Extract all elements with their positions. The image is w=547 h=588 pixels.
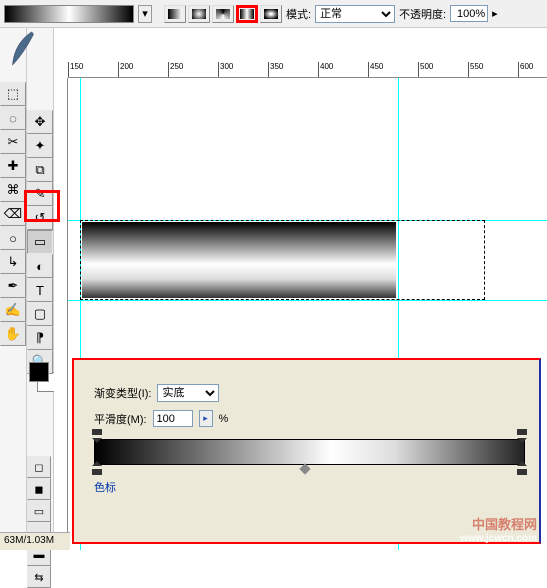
blend-mode-select[interactable]: 正常 <box>315 5 395 23</box>
gradient-preset-preview[interactable] <box>4 5 134 23</box>
opacity-label: 不透明度: <box>399 6 446 22</box>
color-stop-right[interactable] <box>517 465 527 475</box>
marquee-tool[interactable]: ⬚ <box>0 82 26 106</box>
move-tool[interactable]: ✥ <box>27 110 53 134</box>
gradient-tool[interactable]: ▭ <box>27 230 53 254</box>
type-tool[interactable]: T <box>27 278 53 302</box>
horizontal-ruler: 150 200 250 300 350 400 450 500 550 600 … <box>68 62 547 78</box>
gradient-type-select[interactable]: 实底 <box>157 384 219 402</box>
gradient-diamond-button[interactable] <box>260 5 282 23</box>
app-logo-feather-icon <box>4 30 42 74</box>
gradient-bar-editor[interactable] <box>94 439 525 465</box>
status-bar: 63M/1.03M <box>0 532 70 550</box>
highlight-gradient-tool <box>24 190 60 222</box>
vertical-ruler <box>54 78 68 550</box>
smoothness-label: 平滑度(M): <box>94 411 147 427</box>
eyedrop-tool[interactable]: ⁋ <box>27 326 53 350</box>
heal-tool[interactable]: ✚ <box>0 154 26 178</box>
pen-tool[interactable]: ✒ <box>0 274 26 298</box>
opacity-stop-right[interactable] <box>517 429 527 439</box>
crop-tool[interactable]: ✂ <box>0 130 26 154</box>
gradient-angle-button[interactable] <box>212 5 234 23</box>
imageready-button[interactable]: ⇆ <box>27 566 51 588</box>
opacity-arrow-icon[interactable]: ▸ <box>492 7 498 20</box>
smoothness-unit: % <box>219 413 229 425</box>
smoothness-arrow-icon[interactable]: ▸ <box>199 410 213 427</box>
eraser-tool[interactable]: ⌫ <box>0 202 26 226</box>
screen-std-button[interactable]: ▭ <box>27 500 51 522</box>
opacity-input[interactable] <box>450 5 488 22</box>
gradient-linear-button[interactable] <box>164 5 186 23</box>
gradient-preset-dropdown[interactable]: ▾ <box>138 5 152 23</box>
gradient-options-bar: ▾ 模式: 正常 不透明度: ▸ <box>0 0 547 28</box>
selection-marquee <box>80 220 485 300</box>
toolbox-left: ⬚ ◌ ✂ ✚ ⌘ ⌫ ○ ↳ ✒ ✍ ✋ <box>0 28 27 550</box>
mode-label: 模式: <box>286 6 311 22</box>
blur-tool[interactable]: ○ <box>0 226 26 250</box>
midpoint-diamond[interactable] <box>299 463 310 474</box>
lasso-tool[interactable]: ◌ <box>0 106 26 130</box>
shape-tool[interactable]: ▢ <box>27 302 53 326</box>
watermark: 中国教程网 www.jcwcn.com <box>460 514 537 544</box>
quickmask-button[interactable]: ◼ <box>27 478 51 500</box>
notes-tool[interactable]: ✍ <box>0 298 26 322</box>
doc-size-status: 63M/1.03M <box>4 535 54 546</box>
gradient-reflected-button[interactable] <box>236 5 258 23</box>
wand-tool[interactable]: ✦ <box>27 134 53 158</box>
stamp-tool[interactable]: ⌘ <box>0 178 26 202</box>
gradient-preview-bar[interactable] <box>94 439 525 465</box>
quickmask-std-button[interactable]: ◻ <box>27 456 51 478</box>
path-tool[interactable]: ↳ <box>0 250 26 274</box>
opacity-stop-left[interactable] <box>92 429 102 439</box>
smoothness-input[interactable] <box>153 410 193 427</box>
slice-tool[interactable]: ⧉ <box>27 158 53 182</box>
toolbox-right: ✥ ✦ ⧉ ✎ ↺ ▭ ◐ T ▢ ⁋ 🔍 ◻ ◼ ▭ ▬ ▬ ⇆ <box>27 28 54 550</box>
hand-tool[interactable]: ✋ <box>0 322 26 346</box>
color-stop-left[interactable] <box>92 465 102 475</box>
colorstop-section-label: 色标 <box>94 479 525 495</box>
dodge-tool[interactable]: ◐ <box>27 254 53 278</box>
gradient-type-group <box>164 5 282 23</box>
guide-horizontal[interactable] <box>68 300 547 301</box>
foreground-swatch[interactable] <box>29 362 49 382</box>
gradient-type-label: 渐变类型(I): <box>94 385 151 401</box>
gradient-radial-button[interactable] <box>188 5 210 23</box>
